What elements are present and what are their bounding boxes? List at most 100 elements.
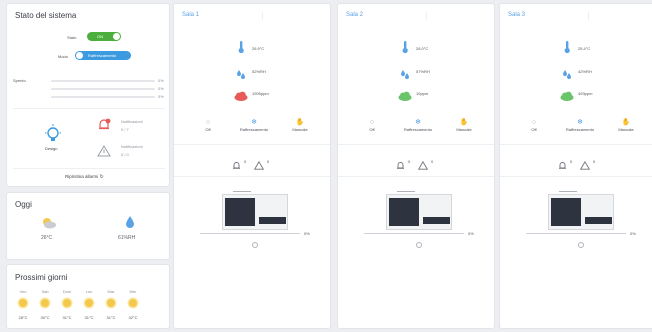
room-slider-value: 0% [468, 231, 474, 236]
mode-select[interactable]: Raffrescamento [75, 51, 131, 60]
forecast-temp: 28°C [18, 315, 28, 320]
mode-cooling-button[interactable]: ❄ Raffrescamento [396, 119, 440, 132]
room-preview-image [386, 191, 452, 230]
radio-button[interactable] [416, 242, 422, 248]
forecast-day-label: Lun [85, 289, 93, 294]
room-co2: 1905ppm [252, 91, 269, 96]
warnings-label: Notificazioni [121, 144, 143, 149]
progress-bar-2 [51, 88, 155, 90]
room-slider-track[interactable] [364, 233, 464, 234]
lightbulb-icon [43, 124, 63, 144]
stato-toggle[interactable]: ON [87, 32, 121, 41]
mode-off-label: Off [531, 127, 537, 132]
humidity-icon [236, 66, 246, 79]
mode-cooling-button[interactable]: ❄ Raffrescamento [558, 119, 602, 132]
room-card: Sala 2 26.0°C 57%RH 10ppm ○ Off ❄ Raffrescament… [337, 3, 495, 329]
mode-off-button[interactable]: ○ Off [186, 119, 230, 132]
refresh-icon: ↻ [99, 174, 104, 180]
forecast-day-label: Mar [107, 289, 115, 294]
bell-icon [396, 157, 405, 169]
mode-manual-button[interactable]: ✋ Manuale [278, 119, 322, 132]
thermometer-icon [562, 40, 572, 54]
room-slider-track[interactable] [526, 233, 626, 234]
humidity-drop-icon [125, 215, 135, 229]
room-preview-image [222, 191, 288, 230]
stato-value: ON [97, 34, 103, 39]
stato-label: Stato [67, 35, 77, 40]
warnings-value: 0 / 0 [121, 152, 129, 157]
warning-icon [97, 144, 111, 157]
divider [500, 176, 652, 177]
mode-off-label: Off [369, 127, 375, 132]
mode-off-button[interactable]: ○ Off [512, 119, 556, 132]
mode-off-label: Off [205, 127, 211, 132]
alarm-count: 0 [408, 159, 411, 164]
thermometer-icon [236, 40, 246, 54]
co2-cloud-icon [560, 88, 574, 101]
forecast-temp: 31°C [106, 315, 116, 320]
progress-value-3: 0% [158, 94, 164, 99]
forecast-day: Mar 31°C [101, 289, 121, 320]
forecast-temp: 31°C [84, 315, 94, 320]
alarm-count: 0 [244, 159, 247, 164]
forecast-day-label: Ven [19, 289, 27, 294]
radio-button[interactable] [252, 242, 258, 248]
forecast-temp: 32°C [128, 315, 138, 320]
spento-label: Spento [13, 78, 26, 83]
reset-alarms-label: Ripristina allarmi [65, 174, 99, 179]
mode-manual-button[interactable]: ✋ Manuale [442, 119, 486, 132]
humidity-icon [400, 66, 410, 79]
room-co2: 10ppm [416, 91, 429, 96]
today-humidity: 61%RH [118, 235, 136, 241]
divider [13, 168, 165, 169]
divider [500, 144, 652, 145]
warning-icon [417, 157, 429, 170]
room-temperature: 25.4°C [578, 46, 591, 51]
room-card: Sala 3 25.4°C 42%RH 493ppm ○ Off ❄ Raffrescamen… [499, 3, 652, 329]
divider [426, 12, 427, 20]
system-title: Stato del sistema [15, 11, 77, 20]
partly-cloudy-icon [40, 216, 58, 230]
divider [588, 12, 589, 20]
room-humidity: 52%RH [252, 69, 266, 74]
divider [338, 176, 494, 177]
co2-cloud-icon [234, 88, 248, 101]
divider [174, 176, 330, 177]
forecast-card: Prossimi giorni Ven 28°C Sab 30°C Dom 31°C Lun… [6, 264, 170, 329]
bell-icon [97, 118, 111, 132]
progress-bar-3 [51, 96, 155, 98]
room-title: Sala 3 [508, 12, 526, 18]
warning-count: 0 [267, 159, 270, 164]
room-co2: 493ppm [578, 91, 593, 96]
room-slider-track[interactable] [200, 233, 300, 234]
mode-manual-button[interactable]: ✋ Manuale [604, 119, 648, 132]
mode-cooling-label: Raffrescamento [403, 127, 433, 132]
reset-alarms-button[interactable]: Ripristina allarmi ↻ [65, 174, 104, 180]
sun-icon [129, 299, 137, 307]
radio-button[interactable] [578, 242, 584, 248]
room-slider-value: 0% [304, 231, 310, 236]
room-humidity: 42%RH [578, 69, 592, 74]
mode-cooling-button[interactable]: ❄ Raffrescamento [232, 119, 276, 132]
room-preview-image [548, 191, 614, 230]
forecast-day: Ven 28°C [13, 289, 33, 320]
notifications-value: 0 / 7 [121, 127, 129, 132]
mode-manual-label: Manuale [618, 127, 634, 132]
today-temp: 26°C [41, 235, 53, 241]
forecast-temp: 31°C [62, 315, 72, 320]
mode-off-button[interactable]: ○ Off [350, 119, 394, 132]
divider [13, 108, 165, 109]
warning-icon [253, 157, 265, 170]
mode-value: Raffrescamento [88, 53, 117, 58]
sun-icon [107, 299, 115, 307]
mode-manual-label: Manuale [292, 127, 308, 132]
snowflake-icon: ❄ [251, 119, 257, 126]
sun-icon [41, 299, 49, 307]
room-temperature: 26.0°C [416, 46, 429, 51]
forecast-day: Lun 31°C [79, 289, 99, 320]
forecast-day: Mer 32°C [123, 289, 143, 320]
sun-icon [19, 299, 27, 307]
room-temperature: 26.9°C [252, 46, 265, 51]
divider [338, 144, 494, 145]
today-card: Oggi 26°C 61%RH [6, 192, 170, 260]
